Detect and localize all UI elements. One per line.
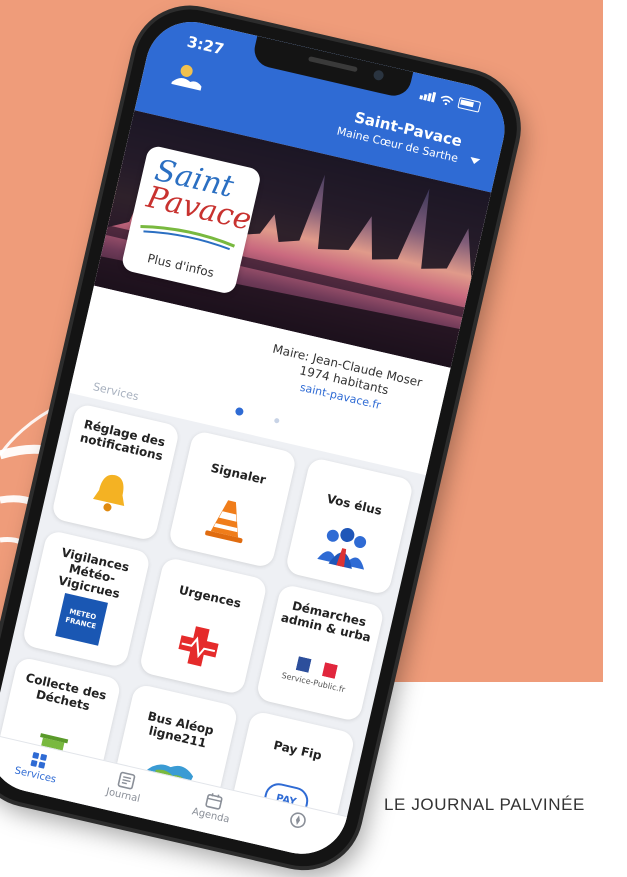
chevron-down-icon[interactable] <box>469 157 481 166</box>
camera <box>372 69 385 82</box>
speaker <box>307 56 358 73</box>
service-card-report[interactable]: Signaler <box>167 429 298 569</box>
service-card-notifications[interactable]: Réglage des notifications <box>50 402 181 542</box>
people-icon <box>317 527 367 570</box>
service-label: Urgences <box>177 582 243 611</box>
signal-icon <box>419 89 437 102</box>
journal-footer-text: LE JOURNAL PALVINÉE <box>384 795 585 814</box>
bell-icon <box>92 474 125 512</box>
carousel-dot-active[interactable] <box>234 406 245 417</box>
battery-icon <box>457 97 482 113</box>
app-logo-icon <box>171 64 202 91</box>
service-card-admin[interactable]: Démarches admin & urba Service-Public.fr <box>255 583 386 723</box>
service-label: Collecte des Déchets <box>24 670 108 714</box>
service-label: Réglage des notifications <box>78 417 167 464</box>
service-public-text: Service-Public.fr <box>280 670 346 694</box>
wifi-icon <box>440 95 454 105</box>
service-label: Pay Fip <box>272 737 324 763</box>
traffic-cone-icon <box>205 500 243 544</box>
compass-icon <box>290 812 306 828</box>
status-icons <box>419 88 482 113</box>
service-card-officials[interactable]: Vos élus <box>284 456 415 596</box>
service-card-weather-alerts[interactable]: Vigilances Météo-Vigicrues METEO FRANCE <box>21 529 152 669</box>
service-card-emergencies[interactable]: Urgences <box>138 556 269 696</box>
meteo-france-icon: METEO FRANCE <box>55 592 108 646</box>
town-selector[interactable]: Saint-Pavace Maine Cœur de Sarthe <box>336 105 464 165</box>
service-label: Démarches admin & urba <box>279 598 373 645</box>
red-cross-icon <box>178 626 219 667</box>
status-time: 3:27 <box>185 32 226 59</box>
